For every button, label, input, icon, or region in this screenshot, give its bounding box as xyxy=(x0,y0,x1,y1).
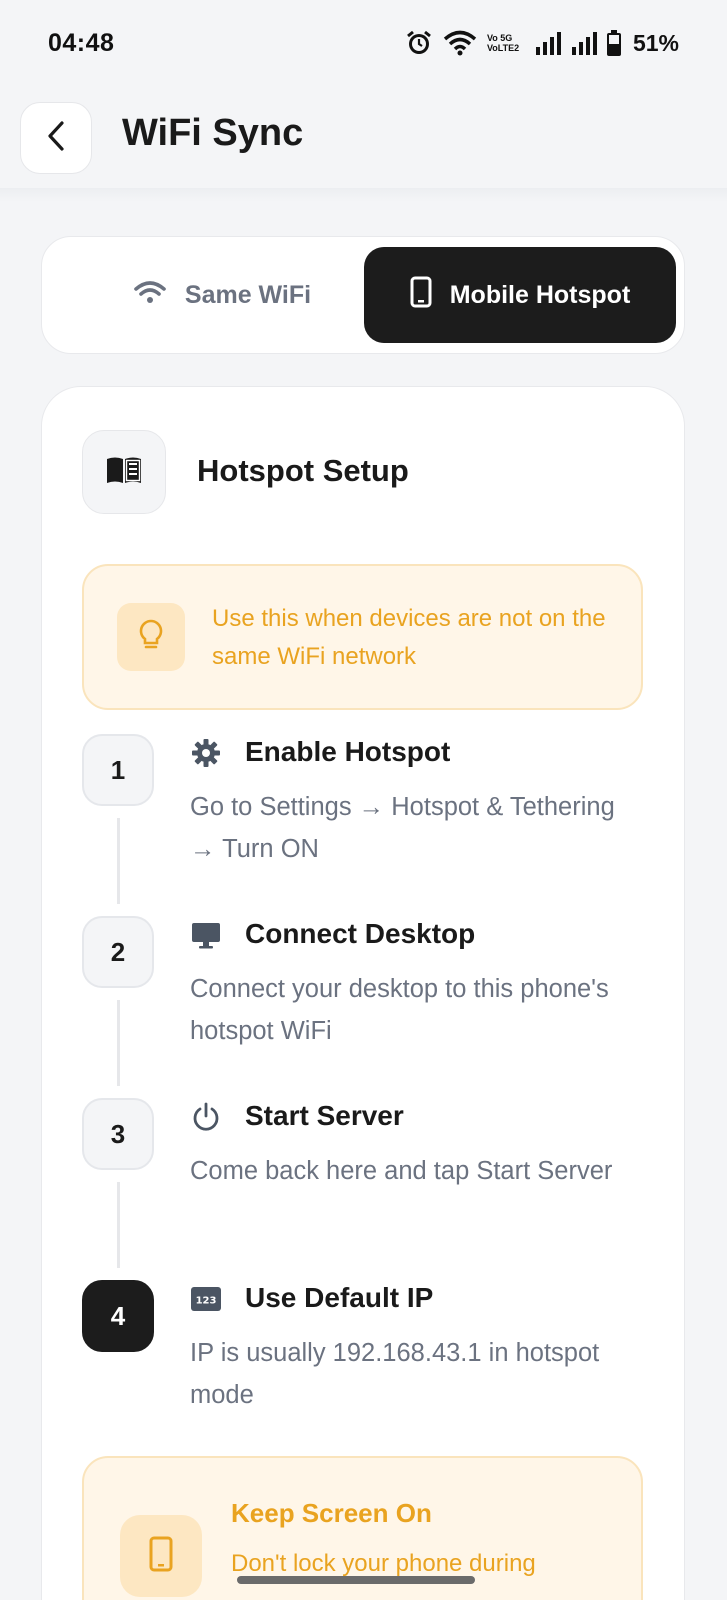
chevron-left-icon xyxy=(44,120,68,157)
step-number: 1 xyxy=(82,734,154,806)
step-1: 1 Enable Hotspot Go to Settings → Hotspo… xyxy=(82,734,642,904)
warning-title: Keep Screen On xyxy=(231,1498,432,1528)
step-title: Enable Hotspot xyxy=(245,736,451,767)
app-header: WiFi Sync xyxy=(0,96,727,196)
step-title: Use Default IP xyxy=(245,1282,434,1313)
wifi-icon xyxy=(443,29,477,57)
battery-percent: 51% xyxy=(632,29,679,56)
power-icon xyxy=(190,1101,222,1133)
step-title: Connect Desktop xyxy=(245,918,476,949)
battery-icon xyxy=(606,30,621,56)
lightbulb-icon xyxy=(138,619,164,656)
step-number: 2 xyxy=(82,916,154,988)
step-connector xyxy=(117,1000,120,1086)
back-button[interactable] xyxy=(20,102,92,174)
step-description: Connect your desktop to this phone's hot… xyxy=(190,975,609,1045)
info-text: Use this when devices are not on the sam… xyxy=(212,605,606,670)
hotspot-setup-card: Hotspot Setup Use this when devices are … xyxy=(41,386,685,1600)
header-divider xyxy=(0,188,727,202)
step-number: 4 xyxy=(82,1280,154,1352)
alarm-icon xyxy=(405,29,433,57)
volte-icon: Vo 5G VoLTE2 xyxy=(486,33,520,53)
gear-icon xyxy=(190,737,222,769)
step-4: 4 123 Use Default IP IP is usually 192.1… xyxy=(82,1280,642,1430)
monitor-icon xyxy=(190,919,222,951)
status-icons: Vo 5G VoLTE2 51% xyxy=(405,29,679,57)
step-description: IP is usually 192.168.43.1 in hotspot mo… xyxy=(190,1339,600,1409)
step-connector xyxy=(117,1182,120,1268)
step-3: 3 Start Server Come back here and tap St… xyxy=(82,1098,642,1268)
tab-same-wifi[interactable]: Same WiFi xyxy=(52,247,392,343)
phone-icon xyxy=(148,1536,174,1577)
wifi-icon xyxy=(133,279,167,312)
signal-icon xyxy=(535,31,561,55)
phone-icon xyxy=(410,276,432,315)
step-description: Go to Settings → Hotspot & Tethering → T… xyxy=(190,793,615,863)
status-time: 04:48 xyxy=(48,28,115,57)
info-icon-box xyxy=(117,603,185,671)
status-bar: 04:48 Vo 5G VoLTE2 51% xyxy=(0,0,727,86)
home-indicator[interactable] xyxy=(237,1576,475,1584)
step-title: Start Server xyxy=(245,1100,404,1131)
step-2: 2 Connect Desktop Connect your desktop t… xyxy=(82,916,642,1086)
mode-tabs: Same WiFi Mobile Hotspot xyxy=(41,236,685,354)
step-description: Come back here and tap Start Server xyxy=(190,1157,613,1185)
card-icon-box xyxy=(82,430,166,514)
book-icon xyxy=(105,456,143,489)
info-banner: Use this when devices are not on the sam… xyxy=(82,564,643,710)
page-title: WiFi Sync xyxy=(122,112,304,154)
numbers-123-icon: 123 xyxy=(190,1283,222,1315)
card-title: Hotspot Setup xyxy=(197,453,409,488)
svg-text:123: 123 xyxy=(196,1296,217,1307)
step-connector xyxy=(117,818,120,904)
tab-mobile-hotspot-label: Mobile Hotspot xyxy=(449,280,631,309)
step-number: 3 xyxy=(82,1098,154,1170)
signal-icon-2 xyxy=(571,31,597,55)
warn-icon-box xyxy=(120,1515,202,1597)
tab-same-wifi-label: Same WiFi xyxy=(184,280,312,309)
tab-mobile-hotspot[interactable]: Mobile Hotspot xyxy=(364,247,676,343)
